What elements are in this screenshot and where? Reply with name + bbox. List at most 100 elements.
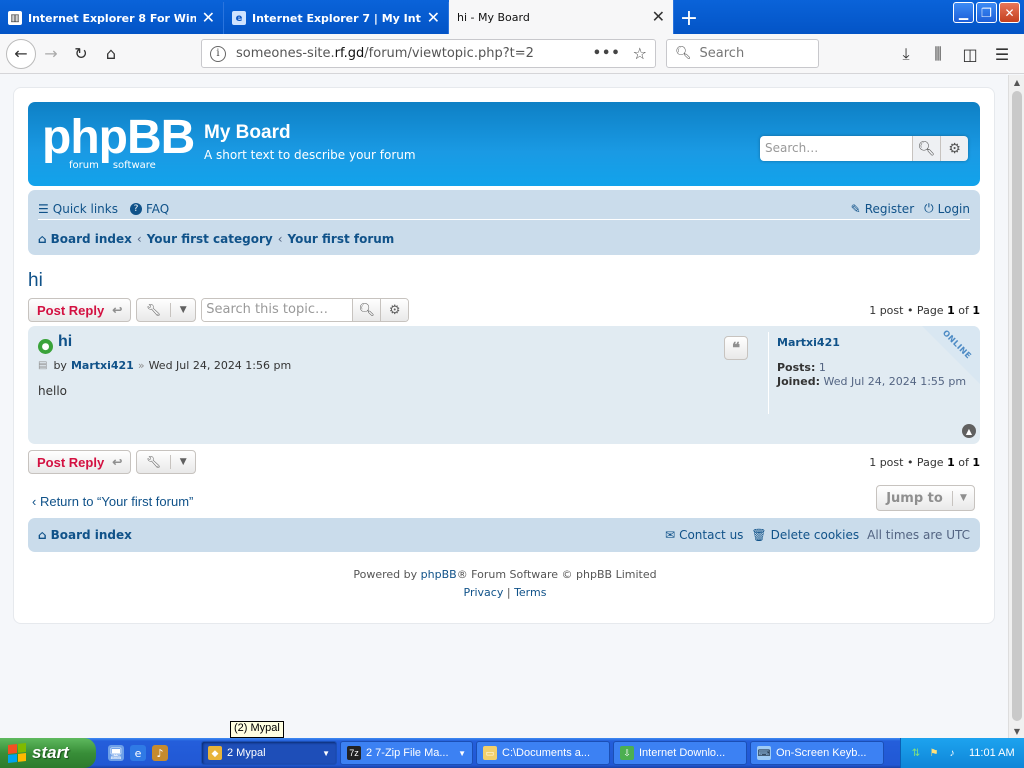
quick-links-link[interactable]: ☰ Quick links — [38, 202, 118, 216]
post-by-label: by — [53, 359, 67, 372]
info-icon[interactable]: i — [210, 45, 226, 62]
faq-link[interactable]: ? FAQ — [130, 202, 169, 216]
topic-advanced-search-button[interactable]: ⚙ — [380, 299, 409, 321]
internet-explorer-icon[interactable]: e — [130, 745, 146, 761]
logo-text: phpBB — [42, 111, 195, 164]
reload-button[interactable]: ↻ — [66, 39, 96, 69]
taskbar-item-7zip[interactable]: 7z 2 7-Zip File Ma... ▼ — [340, 741, 473, 765]
policy-separator: | — [506, 586, 511, 599]
volume-icon[interactable]: ♪ — [945, 746, 959, 760]
page-current: 1 — [947, 303, 955, 317]
terms-link[interactable]: Terms — [514, 586, 546, 599]
post-author-link[interactable]: Martxi421 — [71, 359, 134, 372]
site-title[interactable]: My Board — [204, 122, 291, 144]
new-tab-button[interactable]: + — [674, 2, 704, 34]
register-link[interactable]: ✎ Register — [851, 201, 914, 216]
home-button[interactable]: ⌂ — [96, 39, 126, 69]
close-icon[interactable]: ✕ — [652, 9, 665, 25]
topic-title[interactable]: hi — [28, 270, 43, 292]
quote-icon: ❝ — [731, 339, 741, 357]
return-to-forum-link[interactable]: ‹ Return to “Your first forum” — [32, 494, 193, 509]
profile-username[interactable]: Martxi421 — [777, 336, 973, 349]
restore-button[interactable]: ❐ — [976, 2, 997, 23]
taskbar-item-idm[interactable]: ⇩ Internet Downlo... — [613, 741, 747, 765]
quote-button[interactable]: ❝ — [724, 336, 748, 360]
back-to-top-icon[interactable]: ▲ — [962, 424, 976, 438]
windows-taskbar: start 🖥︎ e ♪ ◆ 2 Mypal ▼ 7z 2 7-Zip File… — [0, 738, 1024, 768]
scrollbar-thumb[interactable] — [1012, 91, 1022, 721]
page-actions-icon[interactable]: ••• — [593, 46, 621, 61]
start-button[interactable]: start — [0, 738, 96, 768]
footer-board-index-label: Board index — [50, 528, 132, 542]
back-button[interactable]: ← — [6, 38, 36, 69]
scroll-up-arrow-icon[interactable]: ▲ — [1009, 75, 1024, 89]
powered-prefix: Powered by — [353, 568, 418, 581]
system-tray: ⇅ ⚑ ♪ 11:01 AM — [900, 738, 1024, 768]
breadcrumb-forum[interactable]: Your first forum — [288, 232, 395, 246]
delete-cookies-link[interactable]: 🗑︎ Delete cookies — [751, 528, 859, 542]
phpbb-logo[interactable]: phpBB forum software — [42, 111, 195, 172]
browser-search-input[interactable]: 🔍︎ Search — [666, 39, 819, 68]
clock[interactable]: 11:01 AM — [969, 747, 1015, 759]
post-title[interactable]: hi — [58, 333, 72, 351]
close-icon[interactable]: ✕ — [427, 10, 440, 26]
pagination-of: of — [958, 303, 969, 317]
show-desktop-icon[interactable]: 🖥︎ — [108, 745, 124, 761]
logo-sub-left: forum — [69, 160, 99, 171]
advanced-search-button[interactable]: ⚙ — [940, 136, 968, 161]
post-reply-label: Post Reply — [37, 302, 105, 318]
header-search-input[interactable]: Search… — [760, 136, 912, 161]
page-total: 1 — [972, 303, 980, 317]
bookmark-star-icon[interactable]: ☆ — [633, 44, 647, 63]
breadcrumb-category[interactable]: Your first category — [147, 232, 273, 246]
contact-us-link[interactable]: ✉ Contact us — [665, 528, 743, 542]
topic-tools-dropdown[interactable]: 🔧︎ ▼ — [136, 450, 197, 474]
browser-toolbar: ← → ↻ ⌂ i someones-site.rf.gd/forum/view… — [0, 34, 1024, 74]
taskbar-item-label: On-Screen Keyb... — [776, 747, 867, 759]
search-icon: 🔍︎ — [358, 302, 375, 318]
topic-search-button[interactable]: 🔍︎ — [352, 299, 381, 321]
scroll-down-arrow-icon[interactable]: ▼ — [1009, 724, 1024, 738]
hamburger-menu-icon: ☰ — [994, 44, 1010, 64]
forward-button[interactable]: → — [36, 39, 66, 69]
login-link[interactable]: ⏻ Login — [924, 201, 970, 216]
security-icon[interactable]: ⚑ — [927, 746, 941, 760]
library-icon: ⫼ — [934, 44, 942, 63]
downloads-button[interactable]: ⤓ — [890, 39, 922, 69]
tab-ie8[interactable]: ▥ Internet Explorer 8 For Windows 2 ✕ — [0, 2, 224, 34]
minimize-button[interactable]: ▁ — [953, 2, 974, 23]
pagination-prefix: 1 post • Page — [869, 303, 944, 317]
vertical-scrollbar[interactable]: ▲ ▼ — [1008, 75, 1024, 738]
logo-sub-right: software — [112, 160, 156, 171]
post-reply-button[interactable]: Post Reply ↩ — [28, 298, 132, 322]
jump-to-dropdown[interactable]: Jump to ▼ — [876, 485, 975, 511]
menu-button[interactable]: ☰ — [986, 39, 1018, 69]
sidebar-button[interactable]: ◫ — [954, 39, 986, 69]
footer-board-index[interactable]: ⌂ Board index — [38, 528, 132, 542]
breadcrumb-board-index[interactable]: ⌂ Board index — [38, 232, 132, 246]
address-bar[interactable]: i someones-site.rf.gd/forum/viewtopic.ph… — [201, 39, 656, 68]
close-icon[interactable]: ✕ — [202, 10, 215, 26]
profile-posts-value[interactable]: 1 — [819, 361, 826, 374]
header-search-button[interactable]: 🔍︎ — [912, 136, 940, 161]
network-icon[interactable]: ⇅ — [909, 746, 923, 760]
footer-links: ✉ Contact us 🗑︎ Delete cookies All times a… — [657, 528, 970, 542]
forum-navbar: ☰ Quick links ? FAQ ✎ Register ⏻ Login ⌂ Boar… — [28, 190, 980, 255]
topic-search-input[interactable]: Search this topic… — [202, 299, 353, 321]
file-icon[interactable]: ▤ — [38, 360, 47, 371]
forum-header: phpBB forum software My Board A short te… — [28, 102, 980, 186]
taskbar-item-osk[interactable]: ⌨ On-Screen Keyb... — [750, 741, 884, 765]
close-window-button[interactable]: ✕ — [999, 2, 1020, 23]
library-button[interactable]: ⫼ — [922, 39, 954, 69]
profile-joined-value: Wed Jul 24, 2024 1:55 pm — [823, 375, 967, 388]
tab-ie7[interactable]: e Internet Explorer 7 | My Internet ✕ — [224, 2, 449, 34]
topic-tools-dropdown[interactable]: 🔧︎ ▼ — [136, 298, 197, 322]
post-reply-button[interactable]: Post Reply ↩ — [28, 450, 132, 474]
url-text[interactable]: someones-site.rf.gd/forum/viewtopic.php?… — [236, 46, 581, 61]
tab-hi-my-board[interactable]: hi - My Board ✕ — [449, 0, 674, 34]
taskbar-item-mypal[interactable]: ◆ 2 Mypal ▼ — [201, 741, 337, 765]
taskbar-item-explorer[interactable]: ▭ C:\Documents a... — [476, 741, 610, 765]
media-player-icon[interactable]: ♪ — [152, 745, 168, 761]
phpbb-link[interactable]: phpBB — [421, 568, 457, 581]
privacy-link[interactable]: Privacy — [464, 586, 504, 599]
